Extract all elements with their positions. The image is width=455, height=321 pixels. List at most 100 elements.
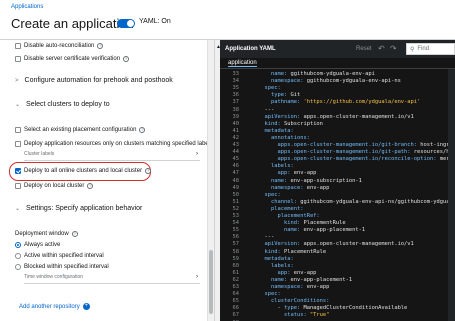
section-label: Settings: Specify application behavior (26, 205, 143, 212)
line-number: 67 (232, 312, 240, 319)
code-line: namespace: ggithubcom-ydguala-env-api-ns (270, 78, 401, 85)
cluster-labels-select[interactable]: Cluster labels › (24, 151, 200, 161)
deploy-matched-labels-option[interactable]: Deploy application resources only on clu… (15, 141, 213, 147)
time-window-config-select[interactable]: Time window configuration › (24, 274, 200, 284)
disable-auto-reconciliation-option[interactable]: Disable auto-reconciliation ? (15, 43, 104, 49)
redo-icon[interactable]: ↷ (390, 44, 397, 53)
option-label: Deploy on local cluster (24, 183, 85, 189)
checkbox[interactable] (15, 141, 21, 147)
code-line: name: env-app-placement-1 (270, 276, 353, 283)
line-number: 59 (232, 255, 240, 262)
editor-scrollbar[interactable] (448, 69, 455, 321)
checkbox[interactable] (15, 56, 21, 62)
code-line: clusterConditions: (270, 298, 330, 305)
help-icon[interactable]: ? (145, 168, 152, 174)
chevron-down-icon: ⌄ (15, 206, 21, 212)
code-line: --- (258, 234, 275, 241)
yaml-toggle[interactable] (117, 19, 135, 28)
code-line: namespace: env-app (270, 184, 330, 191)
settings-section[interactable]: ⌄ Settings: Specify application behavior (15, 205, 142, 212)
code-line: spec: (264, 191, 281, 198)
code-line: labels: (270, 262, 294, 269)
line-number: 39 (232, 113, 240, 120)
deployment-window-label: Deployment window ? (15, 231, 78, 237)
undo-icon[interactable]: ↶ (378, 44, 385, 53)
form-scrollbar[interactable] (207, 40, 214, 321)
deploy-local-option[interactable]: Deploy on local cluster ? (15, 183, 94, 189)
code-line: spec: (264, 85, 281, 92)
add-repository-link[interactable]: Add another repository + (19, 303, 90, 310)
checkbox[interactable] (15, 127, 21, 133)
find-input[interactable]: ⚲ Find (406, 43, 455, 55)
radio-selected[interactable] (15, 242, 21, 248)
blocked-within-radio[interactable]: Blocked within specified interval (15, 264, 109, 270)
radio[interactable] (15, 264, 21, 270)
line-number: 54 (232, 220, 240, 227)
breadcrumb-applications[interactable]: Applications (11, 4, 43, 10)
tab-application[interactable]: application (228, 60, 257, 67)
code-line: app: env-app (277, 269, 317, 276)
reset-button[interactable]: Reset (356, 46, 372, 52)
help-icon[interactable]: ? (71, 231, 78, 237)
line-number: 45 (232, 156, 240, 163)
code-line: kind: Subscription (264, 120, 323, 127)
code-line: metadata: (264, 255, 294, 262)
always-active-radio[interactable]: Always active (15, 242, 60, 248)
yaml-toggle-label: YAML: On (139, 18, 171, 25)
help-icon[interactable]: ? (87, 183, 94, 189)
code-line: placement: (270, 205, 304, 212)
option-label: Disable server certificate verification (24, 56, 121, 62)
line-number: 43 (232, 142, 240, 148)
code-line: metadata: (264, 127, 294, 134)
line-number: 35 (232, 85, 240, 92)
code-line: --- (258, 106, 275, 113)
code-line: labels: (270, 163, 294, 170)
line-number: 46 (232, 163, 240, 170)
line-number: 42 (232, 134, 240, 141)
help-icon[interactable]: ? (139, 127, 146, 133)
code-line: spec: (264, 291, 281, 298)
option-label: Blocked within specified interval (24, 264, 109, 270)
line-number: 63 (232, 284, 240, 290)
link-label: Add another repository (19, 303, 80, 310)
yaml-editor[interactable]: 33 name: ggithubcom-ydguala-env-api 34 na… (220, 69, 455, 321)
radio[interactable] (15, 253, 21, 259)
line-number: 51 (232, 198, 240, 205)
code-line: status: "True" (283, 312, 330, 319)
disable-cert-verification-option[interactable]: Disable server certificate verification … (15, 56, 130, 62)
scrollbar-thumb[interactable] (209, 250, 213, 314)
find-placeholder: Find (417, 46, 430, 52)
code-line: app: env-app (277, 170, 317, 177)
checkbox[interactable] (15, 183, 21, 189)
select-clusters-section[interactable]: ⌄ Select clusters to deploy to (15, 101, 110, 108)
line-number: 47 (232, 170, 240, 177)
line-number: 61 (232, 269, 240, 276)
line-number: 58 (232, 248, 240, 255)
code-line: kind: PlacementRule (283, 220, 346, 227)
line-number: 36 (232, 92, 240, 99)
configure-automation-section[interactable]: > Configure automation for prehook and p… (15, 77, 173, 84)
line-number: 41 (232, 127, 240, 134)
help-icon[interactable]: ? (123, 56, 130, 62)
line-number: 57 (232, 241, 240, 248)
line-number: 37 (232, 99, 240, 106)
line-number: 50 (232, 191, 240, 198)
deploy-all-online-option[interactable]: Deploy to all online clusters and local … (15, 168, 152, 174)
line-number: 56 (232, 234, 240, 241)
code-line: name: ggithubcom-ydguala-env-api (270, 71, 375, 77)
select-placement-option[interactable]: Select an existing placement configurati… (15, 127, 146, 133)
page-header: Applications Create an application YAML:… (0, 0, 455, 40)
line-number: 60 (232, 262, 240, 269)
option-label: Deploy to all online clusters and local … (24, 168, 143, 174)
yaml-title: Application YAML (225, 46, 276, 52)
select-placeholder: Cluster labels (24, 151, 55, 157)
checkbox[interactable] (15, 43, 21, 49)
option-label: Deploy application resources only on clu… (24, 141, 214, 147)
option-label: Active within specified interval (24, 253, 104, 259)
active-within-radio[interactable]: Active within specified interval (15, 253, 104, 259)
code-line: type: Git (270, 92, 301, 99)
code-line: kind: PlacementRule (264, 248, 327, 255)
checkbox-checked[interactable] (15, 168, 21, 174)
help-icon[interactable]: ? (97, 43, 104, 49)
option-label: Select an existing placement configurati… (24, 127, 137, 133)
